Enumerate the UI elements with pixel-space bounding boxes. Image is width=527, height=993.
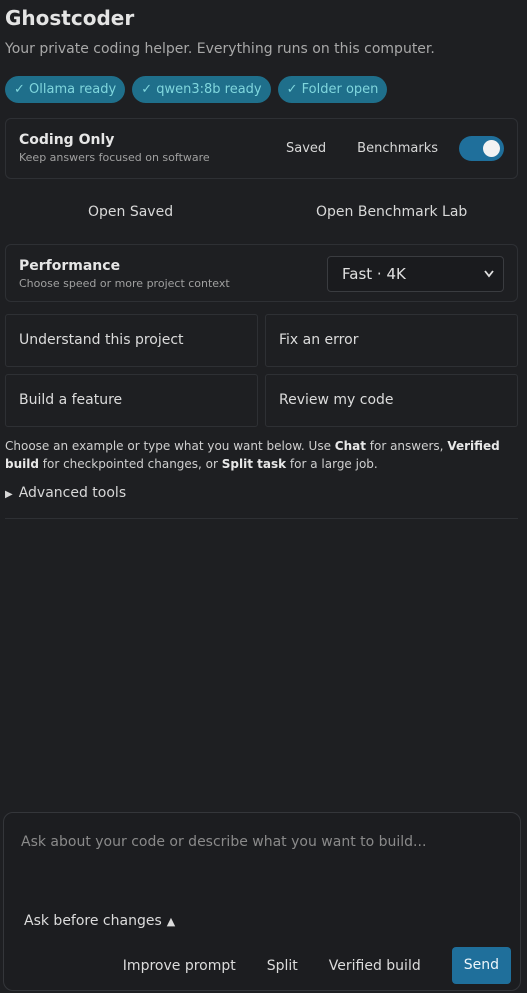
triangle-up-icon: ▲ xyxy=(166,915,176,928)
open-benchmark-lab-button[interactable]: Open Benchmark Lab xyxy=(316,204,467,220)
prompt-input[interactable]: Ask about your code or describe what you… xyxy=(21,834,426,850)
status-badge-ollama: ✓ Ollama ready xyxy=(5,76,126,103)
help-split: Split task xyxy=(221,457,287,471)
mode-actions: Saved Benchmarks xyxy=(286,136,504,161)
example-review-code[interactable]: Review my code xyxy=(265,374,518,427)
divider xyxy=(5,518,518,519)
example-understand-project[interactable]: Understand this project xyxy=(5,314,258,367)
status-badges: ✓ Ollama ready ✓ qwen3:8b ready ✓ Folder… xyxy=(5,76,388,103)
send-button[interactable]: Send xyxy=(451,947,511,984)
advanced-tools-label: Advanced tools xyxy=(18,485,127,501)
open-saved-button[interactable]: Open Saved xyxy=(88,204,173,220)
composer-actions: Improve prompt Split Verified build Send xyxy=(123,947,511,984)
performance-card: Performance Choose speed or more project… xyxy=(5,244,518,302)
ask-before-changes-dropdown[interactable]: Ask before changes ▲ xyxy=(24,913,175,929)
ask-before-changes-label: Ask before changes xyxy=(24,913,162,929)
mode-card: Coding Only Keep answers focused on soft… xyxy=(5,118,518,179)
advanced-tools-toggle[interactable]: ▶ Advanced tools xyxy=(5,485,126,501)
status-badge-model: ✓ qwen3:8b ready xyxy=(132,76,271,103)
example-fix-error[interactable]: Fix an error xyxy=(265,314,518,367)
toggle-knob xyxy=(483,140,500,157)
help-text: Choose an example or type what you want … xyxy=(5,439,500,471)
performance-selected-value: Fast · 4K xyxy=(342,265,406,283)
coding-only-toggle[interactable] xyxy=(459,136,504,161)
improve-prompt-button[interactable]: Improve prompt xyxy=(123,958,236,974)
app-title: Ghostcoder xyxy=(5,6,135,30)
saved-button[interactable]: Saved xyxy=(286,141,326,156)
split-button[interactable]: Split xyxy=(267,958,298,974)
composer: Ask about your code or describe what you… xyxy=(3,812,521,991)
performance-select[interactable]: Fast · 4K xyxy=(327,256,504,292)
triangle-right-icon: ▶ xyxy=(5,489,13,500)
status-badge-folder: ✓ Folder open xyxy=(277,76,388,103)
chevron-down-icon xyxy=(483,257,495,304)
verified-build-button[interactable]: Verified build xyxy=(329,958,421,974)
app-subtitle: Your private coding helper. Everything r… xyxy=(5,41,435,57)
example-build-feature[interactable]: Build a feature xyxy=(5,374,258,427)
benchmarks-button[interactable]: Benchmarks xyxy=(357,141,438,156)
help-chat: Chat xyxy=(334,439,366,453)
